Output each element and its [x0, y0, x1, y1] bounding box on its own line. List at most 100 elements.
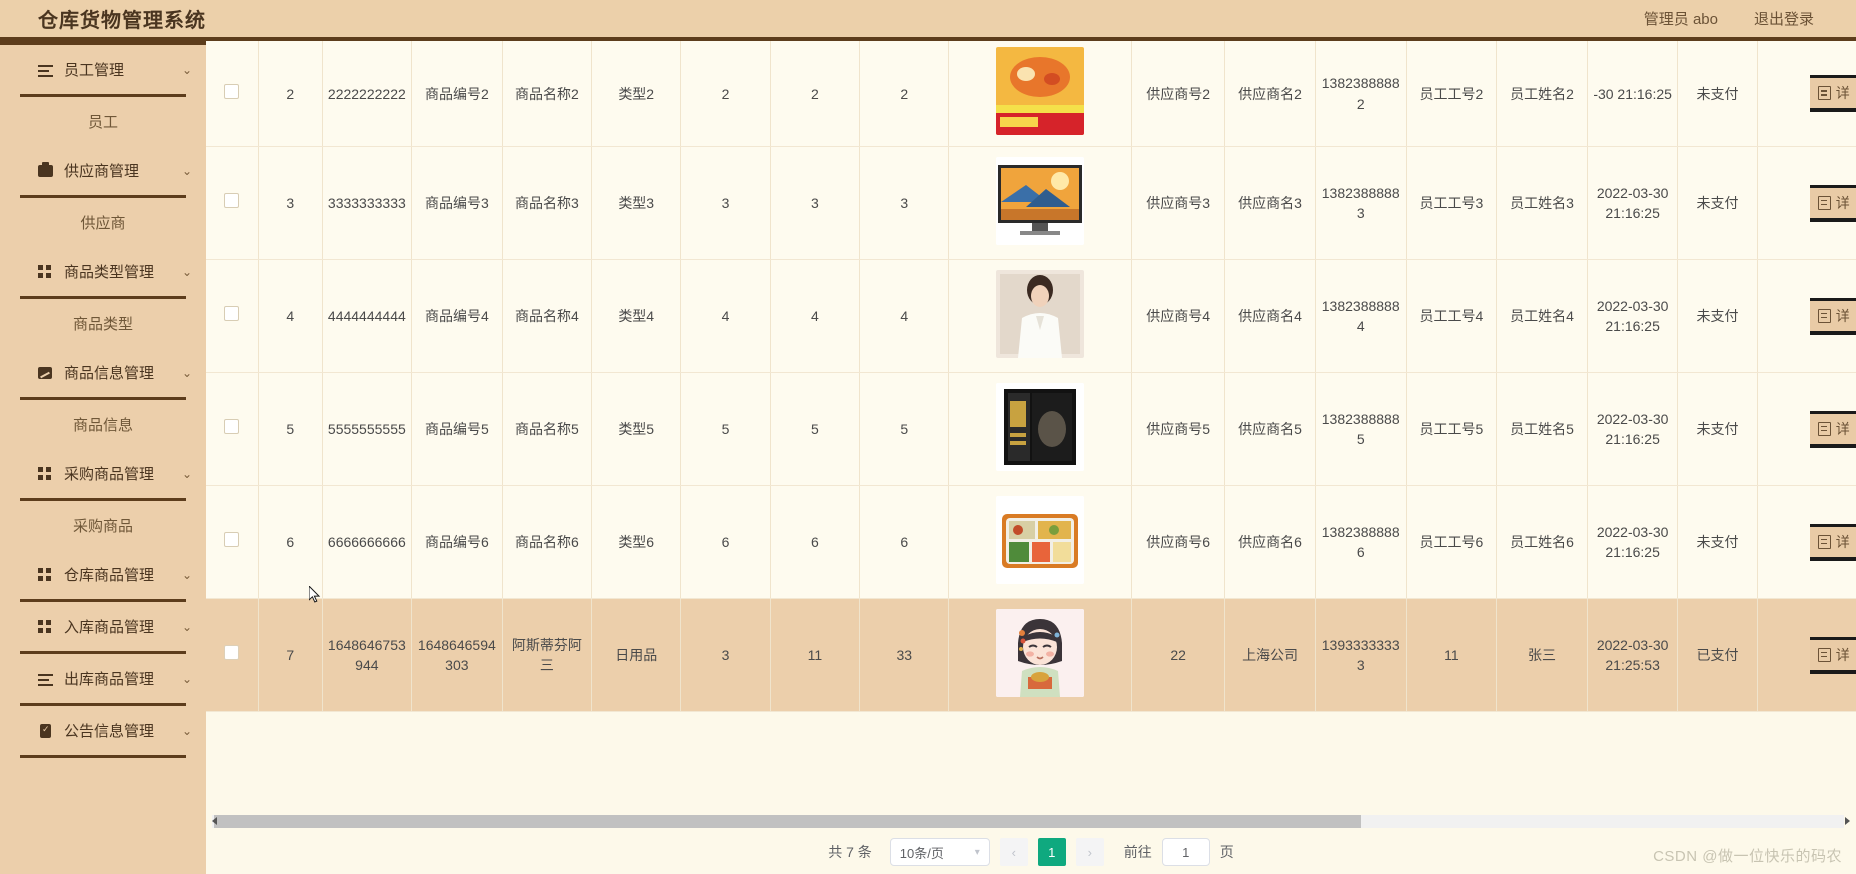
row-select-cell[interactable] — [206, 259, 259, 374]
goods-thumbnail[interactable] — [996, 382, 1085, 471]
goods-thumbnail[interactable] — [996, 495, 1085, 584]
cell-goods-name: 商品名称2 — [502, 41, 593, 148]
detail-button[interactable]: 详 — [1809, 184, 1856, 222]
sidebar-subitem-4[interactable]: 采购商品 — [0, 501, 206, 550]
row-select-cell[interactable] — [206, 598, 259, 713]
cell-date: 2022-03-30 21:16:25 — [1587, 259, 1679, 374]
goods-thumbnail[interactable] — [996, 47, 1085, 135]
sidebar-item-3[interactable]: 商品信息管理 ⌄ — [0, 348, 206, 397]
table-row[interactable]: 4 4444444444 商品编号4 商品名称4 类型4 4 4 4 供应商号4 供应商名4 138… — [206, 259, 1856, 374]
cell-date: -30 21:16:25 — [1587, 41, 1679, 148]
cell-actions[interactable]: 详 — [1757, 372, 1856, 487]
sidebar-subitem-1[interactable]: 供应商 — [0, 198, 206, 247]
jump-page-input[interactable] — [1161, 838, 1210, 866]
cell-employee-name: 员工姓名4 — [1496, 259, 1588, 374]
row-select-cell[interactable] — [206, 41, 259, 148]
cell-index: 4 — [258, 259, 323, 374]
sidebar-item-0[interactable]: 员工管理 ⌄ — [0, 45, 206, 94]
goods-thumbnail[interactable] — [996, 156, 1085, 245]
row-checkbox[interactable] — [224, 645, 240, 661]
goods-thumbnail[interactable] — [996, 608, 1085, 697]
cell-supplier-no: 22 — [1131, 598, 1226, 713]
table-row[interactable]: 6 6666666666 商品编号6 商品名称6 类型6 6 6 6 供应商号6 供应商名6 138… — [206, 485, 1856, 600]
sidebar-item-4[interactable]: 采购商品管理 ⌄ — [0, 449, 206, 498]
sidebar-item-7[interactable]: 出库商品管理 ⌄ — [0, 654, 206, 703]
logout-link[interactable]: 退出登录 — [1754, 8, 1814, 29]
sidebar-item-label: 仓库商品管理 — [64, 567, 155, 584]
sidebar-nav[interactable]: 员工管理 ⌄ 员工 供应商管理 ⌄ 供应商 商品类型管理 ⌄ 商品类型 商品信息管理 ⌄ 商品信息 采购… — [0, 41, 206, 874]
cell-goods-name: 阿斯蒂芬阿三 — [502, 598, 593, 713]
horizontal-scrollbar[interactable] — [206, 813, 1856, 830]
sidebar-subitem-3[interactable]: 商品信息 — [0, 400, 206, 449]
cell-num-1: 5 — [680, 372, 771, 487]
row-select-cell[interactable] — [206, 485, 259, 600]
detail-button[interactable]: 详 — [1809, 523, 1856, 561]
cell-num-1: 4 — [680, 259, 771, 374]
detail-button[interactable]: 详 — [1809, 410, 1856, 448]
sidebar-item-1[interactable]: 供应商管理 ⌄ — [0, 146, 206, 195]
cell-phone: 13823888884 — [1315, 259, 1407, 374]
chevron-down-icon: ⌄ — [181, 466, 192, 481]
sidebar-group-2: 商品类型管理 ⌄ 商品类型 — [0, 247, 206, 348]
row-checkbox[interactable] — [224, 306, 240, 322]
cell-num-3: 5 — [859, 372, 950, 487]
detail-button[interactable]: 详 — [1809, 297, 1856, 335]
cell-num-3: 4 — [859, 259, 950, 374]
cell-employee-no: 员工工号6 — [1406, 485, 1498, 600]
prev-page-button[interactable]: ‹ — [999, 838, 1028, 866]
scroll-right-arrow-icon[interactable] — [1845, 817, 1850, 825]
cell-actions[interactable]: 详 — [1757, 41, 1856, 148]
row-checkbox[interactable] — [224, 193, 240, 209]
cell-employee-no: 员工工号3 — [1406, 146, 1498, 261]
cell-actions[interactable]: 详 — [1757, 598, 1856, 713]
cell-num-1: 3 — [680, 146, 771, 261]
sidebar-subitem-2[interactable]: 商品类型 — [0, 299, 206, 348]
cell-actions[interactable]: 详 — [1757, 485, 1856, 600]
cell-employee-no: 员工工号5 — [1406, 372, 1498, 487]
sidebar-item-2[interactable]: 商品类型管理 ⌄ — [0, 247, 206, 296]
detail-button[interactable]: 详 — [1809, 636, 1856, 674]
document-icon — [1817, 195, 1831, 210]
data-table-viewport[interactable]: 2 2222222222 商品编号2 商品名称2 类型2 2 2 2 供应商号2 供应商名2 138… — [206, 41, 1856, 813]
cell-num-3: 2 — [859, 41, 950, 148]
sidebar-item-6[interactable]: 入库商品管理 ⌄ — [0, 602, 206, 651]
page-size-select[interactable]: 10条/页 ▾ — [889, 838, 990, 866]
detail-button[interactable]: 详 — [1809, 75, 1856, 113]
cell-actions[interactable]: 详 — [1757, 259, 1856, 374]
cell-goods-code: 商品编号4 — [411, 259, 503, 374]
sidebar-item-5[interactable]: 仓库商品管理 ⌄ — [0, 550, 206, 599]
page-number-1[interactable]: 1 — [1037, 838, 1066, 866]
cell-index: 2 — [258, 41, 323, 148]
scrollbar-thumb[interactable] — [214, 815, 1361, 828]
table-row[interactable]: 7 1648646753944 1648646594303 阿斯蒂芬阿三 日用品 3 11 3… — [206, 598, 1856, 713]
table-row[interactable]: 3 3333333333 商品编号3 商品名称3 类型3 3 3 3 供应商号3 供应商名3 138… — [206, 146, 1856, 261]
document-icon — [1817, 421, 1831, 436]
top-header-bar: 仓库货物管理系统 管理员 abo 退出登录 — [0, 0, 1856, 41]
sidebar-group-4: 采购商品管理 ⌄ 采购商品 — [0, 449, 206, 550]
cell-phone: 13823888882 — [1315, 41, 1407, 148]
cell-employee-no: 11 — [1406, 598, 1498, 713]
app-root: 仓库货物管理系统 管理员 abo 退出登录 员工管理 ⌄ 员工 供应商管理 ⌄ 供应商 商品… — [0, 0, 1856, 874]
sidebar-subitem-0[interactable]: 员工 — [0, 97, 206, 146]
cell-goods-type: 类型6 — [591, 485, 682, 600]
cell-pay-status: 未支付 — [1677, 146, 1758, 261]
cell-order-no: 1648646753944 — [322, 598, 413, 713]
sidebar-item-8[interactable]: 公告信息管理 ⌄ — [0, 706, 206, 755]
detail-button-label: 详 — [1835, 307, 1850, 324]
cell-actions[interactable]: 详 — [1757, 146, 1856, 261]
table-row[interactable]: 5 5555555555 商品编号5 商品名称5 类型5 5 5 5 供应商号5 供应商名5 138… — [206, 372, 1856, 487]
row-checkbox[interactable] — [224, 83, 240, 99]
current-user-label: 管理员 abo — [1643, 11, 1718, 28]
scroll-left-arrow-icon[interactable] — [212, 817, 217, 825]
goods-thumbnail[interactable] — [996, 269, 1085, 358]
row-checkbox[interactable] — [224, 419, 240, 435]
table-row[interactable]: 2 2222222222 商品编号2 商品名称2 类型2 2 2 2 供应商号2 供应商名2 138… — [206, 41, 1856, 148]
cell-goods-type: 日用品 — [591, 598, 682, 713]
row-checkbox[interactable] — [224, 532, 240, 548]
row-select-cell[interactable] — [206, 372, 259, 487]
sidebar-item-label: 供应商管理 — [64, 163, 140, 180]
box-icon — [38, 161, 54, 179]
next-page-button[interactable]: › — [1075, 838, 1104, 866]
grid-icon — [38, 567, 54, 583]
row-select-cell[interactable] — [206, 146, 259, 261]
